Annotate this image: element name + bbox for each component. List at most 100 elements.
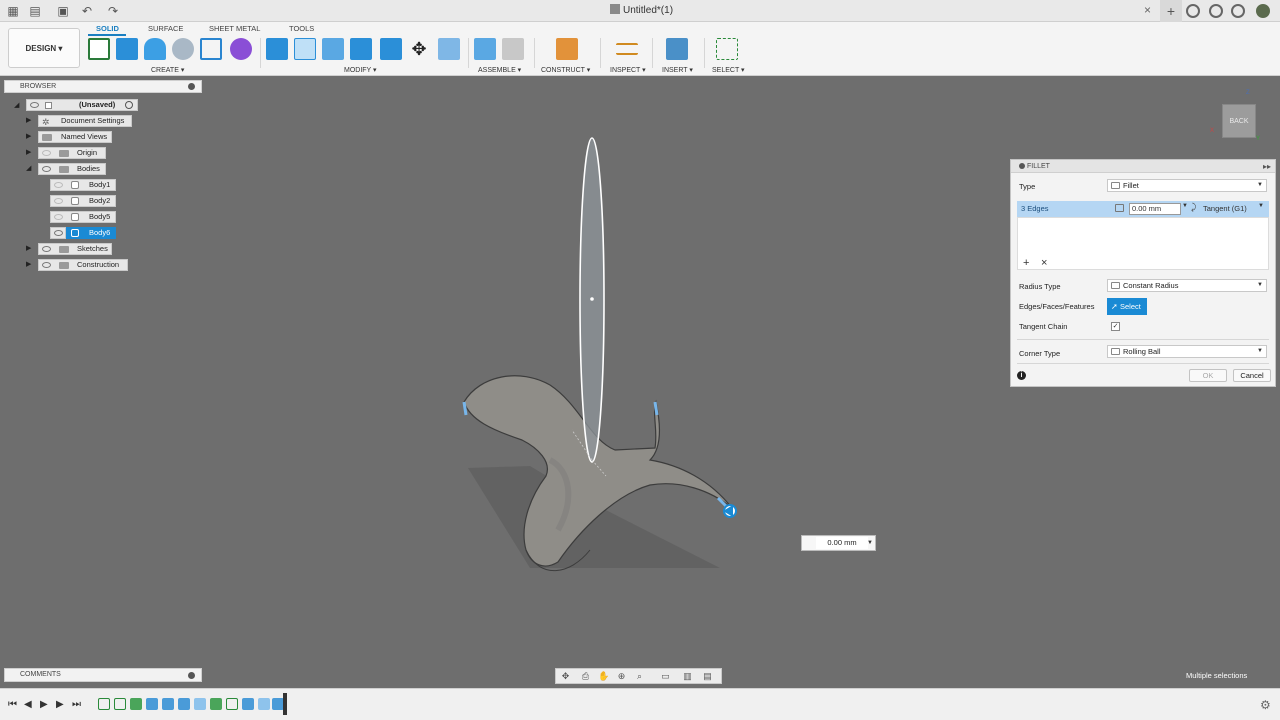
inspect-menu[interactable]: INSPECT ▾ bbox=[610, 66, 646, 74]
type-dropdown[interactable]: Fillet ▼ bbox=[1107, 179, 1267, 192]
dialog-pin-icon[interactable] bbox=[1019, 163, 1025, 169]
new-component-icon[interactable] bbox=[474, 38, 496, 60]
dropdown-caret-icon[interactable]: ▼ bbox=[867, 536, 873, 550]
offset-plane-icon[interactable] bbox=[556, 38, 578, 60]
radius-input[interactable]: 0.00 mm bbox=[1129, 203, 1181, 215]
select-menu[interactable]: SELECT ▾ bbox=[712, 66, 745, 74]
collapse-arrow-icon[interactable]: ◢ bbox=[26, 165, 34, 173]
timeline-marker[interactable] bbox=[283, 693, 287, 715]
visibility-eye-icon[interactable] bbox=[42, 150, 51, 156]
construct-menu[interactable]: CONSTRUCT ▾ bbox=[541, 66, 590, 74]
timeline-feature-icon[interactable] bbox=[130, 698, 142, 710]
save-icon[interactable]: ▣ bbox=[56, 4, 70, 18]
expand-arrows-icon[interactable]: ▸▸ bbox=[1263, 160, 1271, 173]
info-icon[interactable]: i bbox=[1017, 371, 1026, 380]
timeline-sketch-icon[interactable] bbox=[114, 698, 126, 710]
visibility-eye-icon[interactable] bbox=[54, 182, 63, 188]
play-icon[interactable]: ▶ bbox=[40, 699, 48, 710]
ok-button[interactable]: OK bbox=[1189, 369, 1227, 382]
body6-visibility-cell[interactable] bbox=[50, 227, 66, 239]
form-icon[interactable] bbox=[230, 38, 252, 60]
document-settings-node[interactable]: ✲ Document Settings bbox=[38, 115, 132, 127]
press-pull-icon[interactable] bbox=[266, 38, 288, 60]
body6-node-selected[interactable]: Body6 bbox=[66, 227, 116, 239]
create-menu[interactable]: CREATE ▾ bbox=[151, 66, 184, 74]
viewports-icon[interactable]: ▤ bbox=[702, 671, 713, 682]
look-at-icon[interactable]: ⎙ bbox=[580, 671, 591, 682]
expand-arrow-icon[interactable]: ▶ bbox=[26, 117, 34, 125]
viewport-radius-value[interactable]: 0.00 mm bbox=[816, 537, 868, 549]
add-selection-set-icon[interactable]: + bbox=[1023, 257, 1029, 269]
expand-arrow-icon[interactable]: ▶ bbox=[26, 261, 34, 269]
file-icon[interactable]: ▤ bbox=[28, 4, 42, 18]
comments-pin-icon[interactable] bbox=[188, 672, 195, 679]
bodies-node[interactable]: Bodies bbox=[38, 163, 106, 175]
expand-arrow-icon[interactable]: ▶ bbox=[26, 149, 34, 157]
create-sketch-icon[interactable] bbox=[88, 38, 110, 60]
selected-edge-2[interactable] bbox=[653, 401, 659, 416]
assemble-menu[interactable]: ASSEMBLE ▾ bbox=[478, 66, 521, 74]
collapse-arrow-icon[interactable]: ◢ bbox=[14, 102, 22, 110]
body1-node[interactable]: Body1 bbox=[50, 179, 116, 191]
tangent-chain-checkbox[interactable]: ✓ bbox=[1111, 322, 1120, 331]
chamfer-icon[interactable] bbox=[322, 38, 344, 60]
delete-face-icon[interactable] bbox=[438, 38, 460, 60]
undo-icon[interactable]: ↶ bbox=[80, 4, 94, 18]
pattern-icon[interactable] bbox=[200, 38, 222, 60]
close-tab-icon[interactable]: × bbox=[1144, 3, 1151, 17]
timeline-feature-icon[interactable] bbox=[178, 698, 190, 710]
visibility-eye-icon[interactable] bbox=[42, 166, 51, 172]
fillet-dialog-header[interactable]: FILLET ▸▸ bbox=[1011, 160, 1275, 173]
visibility-eye-icon[interactable] bbox=[42, 262, 51, 268]
view-cube-face[interactable]: BACK bbox=[1222, 104, 1256, 138]
timeline-feature-icon[interactable] bbox=[162, 698, 174, 710]
tab-tools[interactable]: TOOLS bbox=[289, 24, 314, 33]
extrude-icon[interactable] bbox=[116, 38, 138, 60]
body5-node[interactable]: Body5 bbox=[50, 211, 116, 223]
fit-icon[interactable]: ⌕ bbox=[634, 671, 645, 682]
browser-panel-header[interactable]: BROWSER bbox=[4, 80, 202, 93]
go-to-start-icon[interactable]: ⏮ bbox=[8, 699, 17, 710]
insert-image-icon[interactable] bbox=[666, 38, 688, 60]
joint-icon[interactable] bbox=[502, 38, 524, 60]
measure-icon[interactable] bbox=[616, 43, 638, 55]
visibility-eye-icon[interactable] bbox=[30, 102, 39, 108]
edge-set-row[interactable]: 3 Edges 0.00 mm ▼ ⤸ Tangent (G1) ▼ bbox=[1017, 201, 1269, 217]
origin-node[interactable]: Origin bbox=[38, 147, 106, 159]
remove-selection-set-icon[interactable]: × bbox=[1041, 257, 1047, 269]
sketches-node[interactable]: Sketches bbox=[38, 243, 112, 255]
body2-node[interactable]: Body2 bbox=[50, 195, 116, 207]
continuity-caret-icon[interactable]: ▼ bbox=[1258, 203, 1264, 209]
timeline-sketch-icon[interactable] bbox=[98, 698, 110, 710]
activate-radio-icon[interactable] bbox=[125, 101, 133, 109]
expand-arrow-icon[interactable]: ▶ bbox=[26, 245, 34, 253]
go-to-end-icon[interactable]: ⏭ bbox=[72, 699, 81, 710]
continuity-value[interactable]: Tangent (G1) bbox=[1203, 204, 1247, 213]
zoom-icon[interactable]: ⊕ bbox=[616, 671, 627, 682]
select-edges-button[interactable]: ➚ Select bbox=[1107, 298, 1147, 315]
timeline-sketch-icon[interactable] bbox=[226, 698, 238, 710]
timeline-settings-gear-icon[interactable]: ⚙ bbox=[1260, 698, 1271, 712]
radius-type-dropdown[interactable]: Constant Radius ▼ bbox=[1107, 279, 1267, 292]
insert-menu[interactable]: INSERT ▾ bbox=[662, 66, 693, 74]
document-tab[interactable]: Untitled*(1) bbox=[610, 4, 673, 16]
move-icon[interactable]: ✥ bbox=[408, 38, 430, 60]
new-tab-button[interactable]: + bbox=[1160, 0, 1182, 22]
select-window-icon[interactable] bbox=[716, 38, 738, 60]
timeline-feature-icon[interactable] bbox=[242, 698, 254, 710]
shell-icon[interactable] bbox=[350, 38, 372, 60]
radius-caret-icon[interactable]: ▼ bbox=[1182, 203, 1188, 209]
visibility-eye-icon[interactable] bbox=[54, 230, 63, 236]
browser-pin-icon[interactable] bbox=[188, 83, 195, 90]
timeline-feature-icon[interactable] bbox=[146, 698, 158, 710]
help-icon[interactable] bbox=[1231, 4, 1245, 18]
timeline-feature-icon[interactable] bbox=[210, 698, 222, 710]
viewport-radius-input[interactable]: 0.00 mm ▼ bbox=[801, 535, 876, 551]
split-body-icon[interactable] bbox=[380, 38, 402, 60]
view-cube[interactable]: Z BACK X Y bbox=[1210, 90, 1260, 142]
tab-sheet-metal[interactable]: SHEET METAL bbox=[209, 24, 260, 33]
named-views-node[interactable]: Named Views bbox=[38, 131, 112, 143]
model-viewport-graphic[interactable] bbox=[440, 130, 760, 580]
visibility-eye-icon[interactable] bbox=[54, 198, 63, 204]
job-status-icon[interactable] bbox=[1186, 4, 1200, 18]
